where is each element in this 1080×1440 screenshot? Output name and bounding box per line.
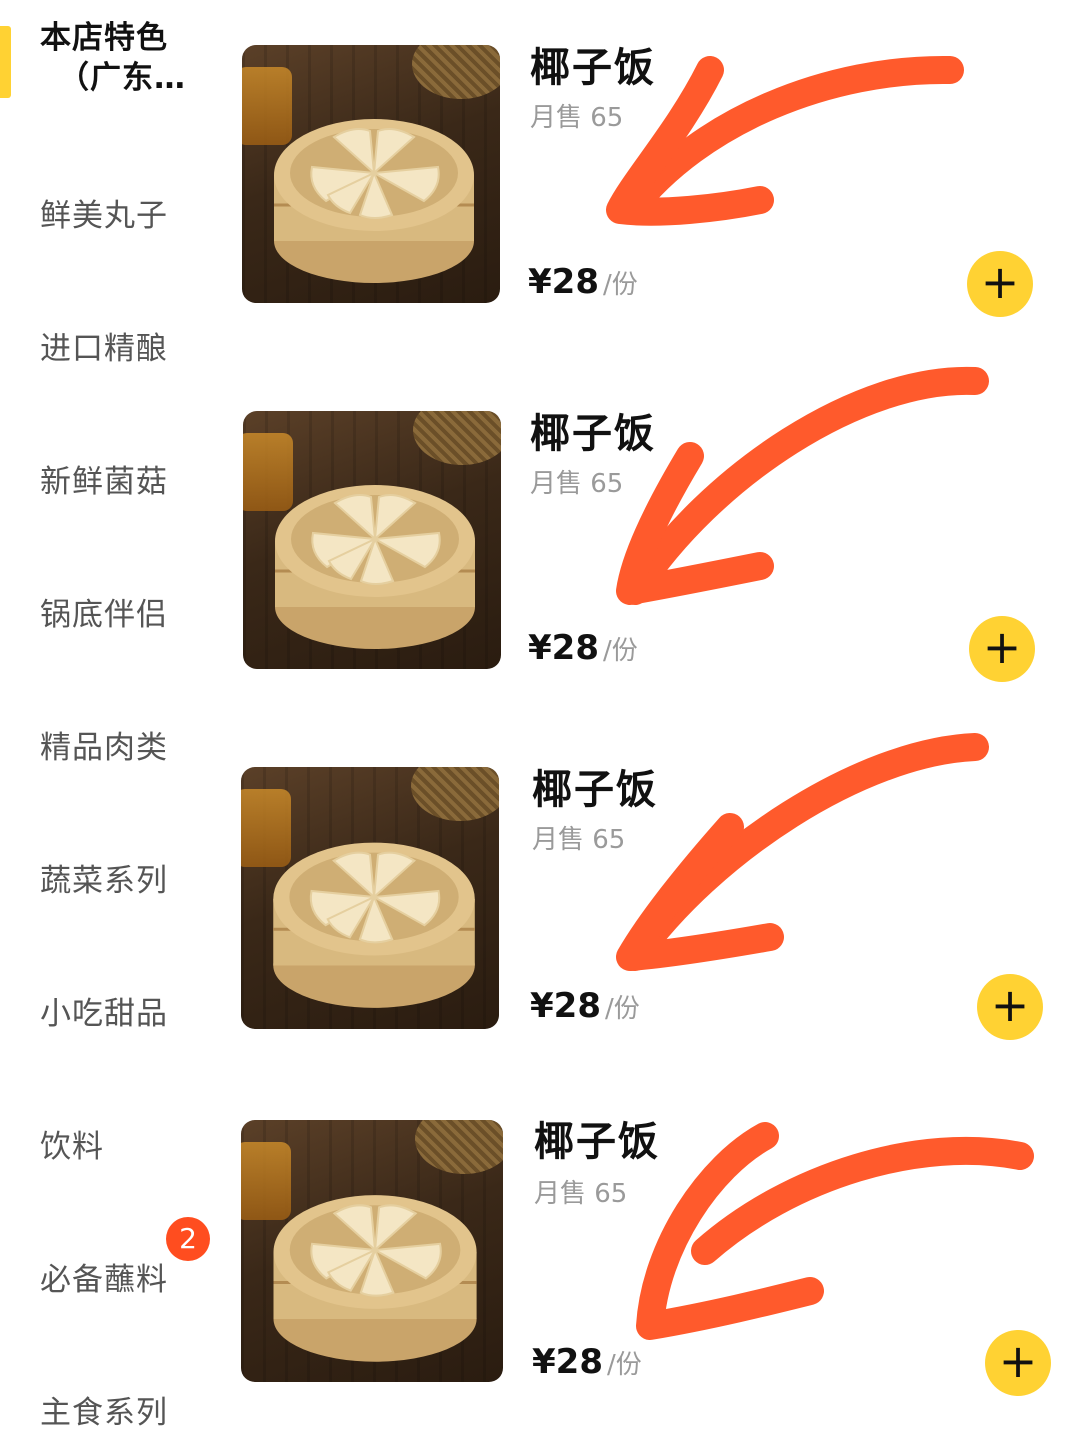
sidebar-item-imported-beer[interactable]: 进口精酿 xyxy=(40,329,168,369)
product-card[interactable]: 椰子饭 月售 65 ¥28/份 + xyxy=(0,366,1080,682)
price-unit: /份 xyxy=(605,994,640,1024)
price-unit: /份 xyxy=(603,636,638,666)
product-image[interactable] xyxy=(242,45,500,303)
sidebar-item-staples[interactable]: 主食系列 xyxy=(40,1393,168,1433)
currency-symbol: ¥ xyxy=(528,628,552,668)
price-amount: 28 xyxy=(555,1342,603,1382)
product-price: ¥28/份 xyxy=(530,986,640,1032)
product-image[interactable] xyxy=(241,1120,503,1382)
plus-icon: + xyxy=(998,1334,1038,1388)
price-amount: 28 xyxy=(551,262,599,302)
monthly-sales: 月售 65 xyxy=(530,103,624,133)
steamer-basket-illustration xyxy=(275,485,475,649)
product-image[interactable] xyxy=(241,767,499,1029)
add-to-cart-button[interactable]: + xyxy=(977,974,1043,1040)
product-price: ¥28/份 xyxy=(528,628,638,674)
plus-icon: + xyxy=(982,620,1022,674)
currency-symbol: ¥ xyxy=(528,262,552,302)
product-name: 椰子饭 xyxy=(532,767,658,813)
price-amount: 28 xyxy=(551,628,599,668)
steamer-basket-illustration xyxy=(274,119,474,283)
add-to-cart-button[interactable]: + xyxy=(969,616,1035,682)
price-unit: /份 xyxy=(603,270,638,300)
monthly-sales: 月售 65 xyxy=(534,1179,628,1209)
currency-symbol: ¥ xyxy=(532,1342,556,1382)
product-name: 椰子饭 xyxy=(530,45,656,91)
product-card[interactable]: 椰子饭 月售 65 ¥28/份 + xyxy=(0,722,1080,1040)
add-to-cart-button[interactable]: + xyxy=(967,251,1033,317)
product-card[interactable]: 椰子饭 月售 65 ¥28/份 + xyxy=(0,1076,1080,1396)
product-name: 椰子饭 xyxy=(530,411,656,457)
monthly-sales: 月售 65 xyxy=(532,825,626,855)
currency-symbol: ¥ xyxy=(530,986,554,1026)
steamer-basket-illustration xyxy=(273,842,475,1008)
price-unit: /份 xyxy=(607,1350,642,1380)
price-amount: 28 xyxy=(553,986,601,1026)
plus-icon: + xyxy=(990,978,1030,1032)
annotation-arrow-icon xyxy=(616,366,989,605)
product-name: 椰子饭 xyxy=(534,1119,660,1165)
product-price: ¥28/份 xyxy=(528,262,638,308)
monthly-sales: 月售 65 xyxy=(530,469,624,499)
plus-icon: + xyxy=(980,255,1020,309)
product-image[interactable] xyxy=(243,411,501,669)
product-price: ¥28/份 xyxy=(532,1342,642,1388)
add-to-cart-button[interactable]: + xyxy=(985,1330,1051,1396)
steamer-basket-illustration xyxy=(273,1195,477,1362)
product-card[interactable]: 椰子饭 月售 65 ¥28/份 + xyxy=(0,0,1080,317)
